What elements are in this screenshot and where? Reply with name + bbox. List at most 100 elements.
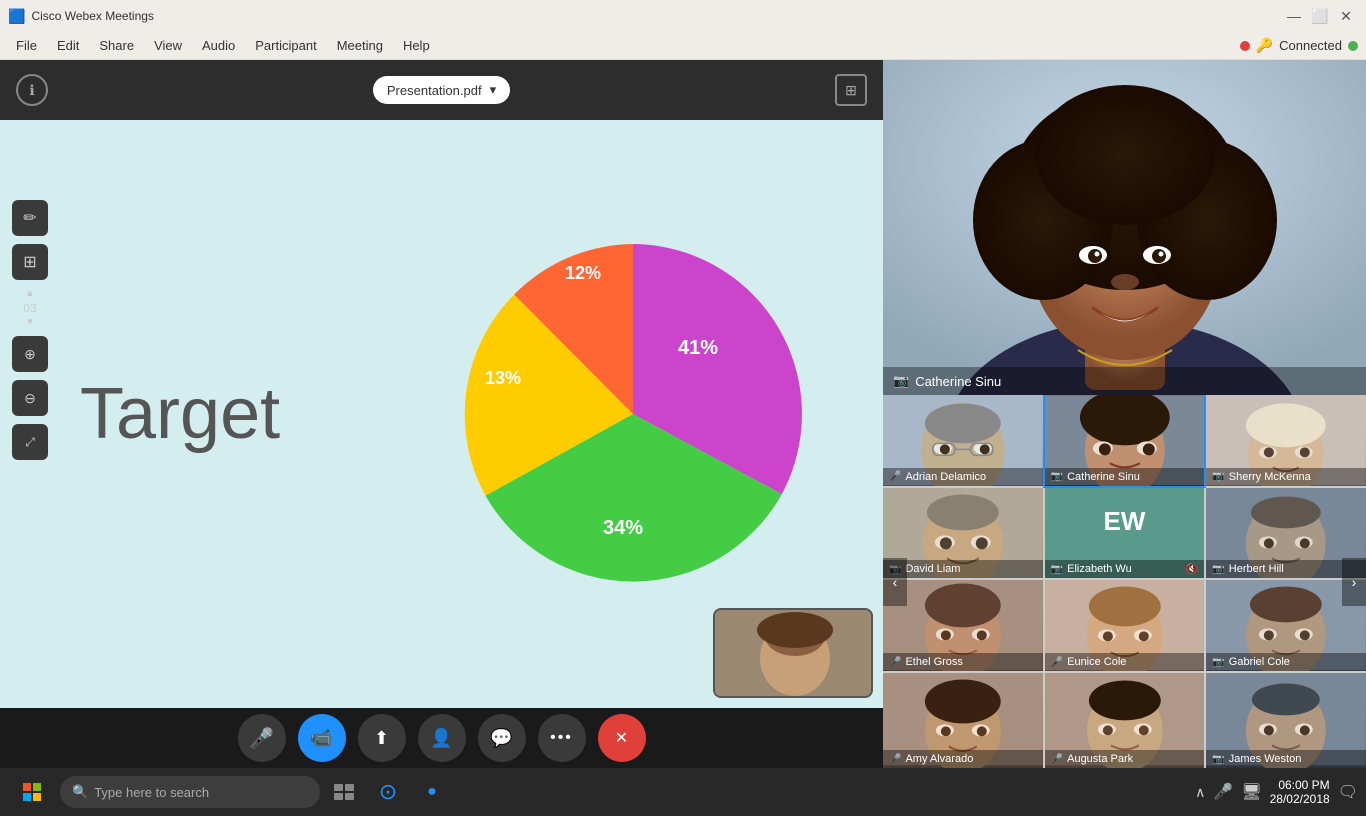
info-icon: ℹ [29,82,34,99]
name-herbert: Herbert Hill [1229,563,1284,575]
participant-cell-sherry[interactable]: 📷 Sherry McKenna [1206,395,1366,486]
task-view-icon [334,784,354,800]
mic-sys-icon[interactable]: 🎤 [1213,782,1233,802]
page-nav: ▲ 03 ▼ [12,288,48,328]
share-icon: ⬆ [374,728,389,749]
name-adrian: Adrian Delamico [905,471,986,483]
label-41: 41% [678,337,718,359]
cam-icon-james: 📷 [1212,754,1224,765]
end-call-button[interactable]: ✕ [598,714,646,762]
menu-view[interactable]: View [146,36,190,55]
participant-cell-amy[interactable]: 🎤 Amy Alvarado [883,673,1043,768]
cortana-button[interactable]: ⊙ [368,768,408,816]
monitor-sys-icon[interactable]: 🖥 [1241,782,1261,802]
menu-help[interactable]: Help [395,36,438,55]
maximize-button[interactable]: ⬜ [1308,4,1332,28]
page-down-button[interactable]: ▼ [25,317,35,328]
menu-participant[interactable]: Participant [247,36,324,55]
name-sherry: Sherry McKenna [1229,471,1311,483]
search-icon: 🔍 [72,784,88,800]
grid-next-button[interactable]: › [1342,558,1366,606]
mic-icon-eunice: 🎤 [1051,657,1063,668]
menu-meeting[interactable]: Meeting [329,36,391,55]
name-amy: Amy Alvarado [905,753,973,765]
zoom-in-button[interactable]: ⊕ [12,336,48,372]
menu-bar: File Edit Share View Audio Participant M… [0,32,1366,60]
participants-button[interactable]: 👤 [418,714,466,762]
page-number: 03 [23,301,36,315]
name-catherine: Catherine Sinu [1067,471,1140,483]
presentation-toolbar: ℹ Presentation.pdf ▾ ⊞ [0,60,883,120]
mic-icon-augusta: 🎤 [1051,754,1063,765]
key-icon: 🔑 [1256,37,1273,54]
notification-icon[interactable]: 🗨 [1338,782,1358,802]
chat-button[interactable]: 💬 [478,714,526,762]
name-bar-amy: 🎤 Amy Alvarado [883,750,1043,768]
video-icon: 📹 [310,728,332,749]
more-button[interactable]: ••• [538,714,586,762]
cam-icon-sherry: 📷 [1212,471,1224,482]
webex-taskbar-button[interactable]: ● [412,768,452,816]
zoom-out-button[interactable]: ⊖ [12,380,48,416]
title-bar-left: 🟦 Cisco Webex Meetings [8,8,154,25]
draw-tool-button[interactable]: ✏ [12,200,48,236]
status-area: 🔑 Connected [1240,37,1358,54]
menu-edit[interactable]: Edit [49,36,87,55]
app-logo: 🟦 [8,8,25,25]
fullscreen-button[interactable]: ⤢ [12,424,48,460]
taskbar-right: ∧ 🎤 🖥 06:00 PM 28/02/2018 🗨 [1195,778,1358,806]
search-bar[interactable]: 🔍 Type here to search [60,776,320,808]
mic-icon-ethel: 🎤 [889,657,901,668]
presentation-area: ℹ Presentation.pdf ▾ ⊞ ✏ ⊞ ▲ 03 ▼ ⊕ [0,60,883,708]
name-augusta: Augusta Park [1067,753,1133,765]
info-button[interactable]: ℹ [16,74,48,106]
name-bar-adrian: 🎤 Adrian Delamico [883,468,1043,486]
minimize-button[interactable]: — [1282,4,1306,28]
slide-title: Target [80,373,280,455]
more-icon: ••• [550,729,573,747]
name-bar-catherine: 📷 Catherine Sinu [1045,468,1205,486]
video-button[interactable]: 📹 [298,714,346,762]
participant-cell-james[interactable]: 📷 James Weston [1206,673,1366,768]
name-bar-gabriel: 📷 Gabriel Cole [1206,653,1366,671]
file-selector[interactable]: Presentation.pdf ▾ [373,76,510,104]
cam-icon-herbert: 📷 [1212,564,1224,575]
share-button[interactable]: ⬆ [358,714,406,762]
app-title: Cisco Webex Meetings [31,9,154,23]
participant-cell-adrian[interactable]: 🎤 Adrian Delamico [883,395,1043,486]
menu-file[interactable]: File [8,36,45,55]
menu-audio[interactable]: Audio [194,36,243,55]
participant-cell-eunice[interactable]: 🎤 Eunice Cole [1045,580,1205,671]
file-name: Presentation.pdf [387,83,482,98]
title-bar: 🟦 Cisco Webex Meetings — ⬜ ✕ [0,0,1366,32]
taskbar: 🔍 Type here to search ⊙ ● ∧ 🎤 🖥 06:00 PM… [0,768,1366,816]
muted-icon-elizabeth: 🔇 [1186,564,1198,575]
start-button[interactable] [8,768,56,816]
name-bar-sherry: 📷 Sherry McKenna [1206,468,1366,486]
cam-icon-elizabeth: 📷 [1051,564,1063,575]
clock-time: 06:00 PM [1270,778,1330,792]
featured-participant: 📷 Catherine Sinu [883,60,1366,395]
menu-share[interactable]: Share [91,36,142,55]
page-up-button[interactable]: ▲ [25,288,35,299]
expand-button[interactable]: ⊞ [835,74,867,106]
participant-cell-elizabeth[interactable]: EW 📷 Elizabeth Wu 🔇 [1045,488,1205,579]
grid-prev-button[interactable]: ‹ [883,558,907,606]
task-view-button[interactable] [324,768,364,816]
expand-icon: ⊞ [845,82,857,99]
participant-cell-augusta[interactable]: 🎤 Augusta Park [1045,673,1205,768]
pie-chart-svg: 41% 34% 13% 12% [443,224,823,604]
clock-date: 28/02/2018 [1270,792,1330,806]
main-layout: ℹ Presentation.pdf ▾ ⊞ ✏ ⊞ ▲ 03 ▼ ⊕ [0,60,1366,768]
mute-button[interactable]: 🎤 [238,714,286,762]
recording-indicator [1240,41,1250,51]
connected-text: Connected [1279,38,1342,53]
mic-icon-adrian: 🎤 [889,471,901,482]
participants-icon: 👤 [430,728,452,749]
close-button[interactable]: ✕ [1334,4,1358,28]
participant-panel: 📷 Catherine Sinu ‹ [883,60,1366,768]
grid-tool-button[interactable]: ⊞ [12,244,48,280]
participant-cell-catherine[interactable]: 📷 Catherine Sinu [1045,395,1205,486]
chevron-up-icon[interactable]: ∧ [1195,784,1205,801]
name-bar-james: 📷 James Weston [1206,750,1366,768]
